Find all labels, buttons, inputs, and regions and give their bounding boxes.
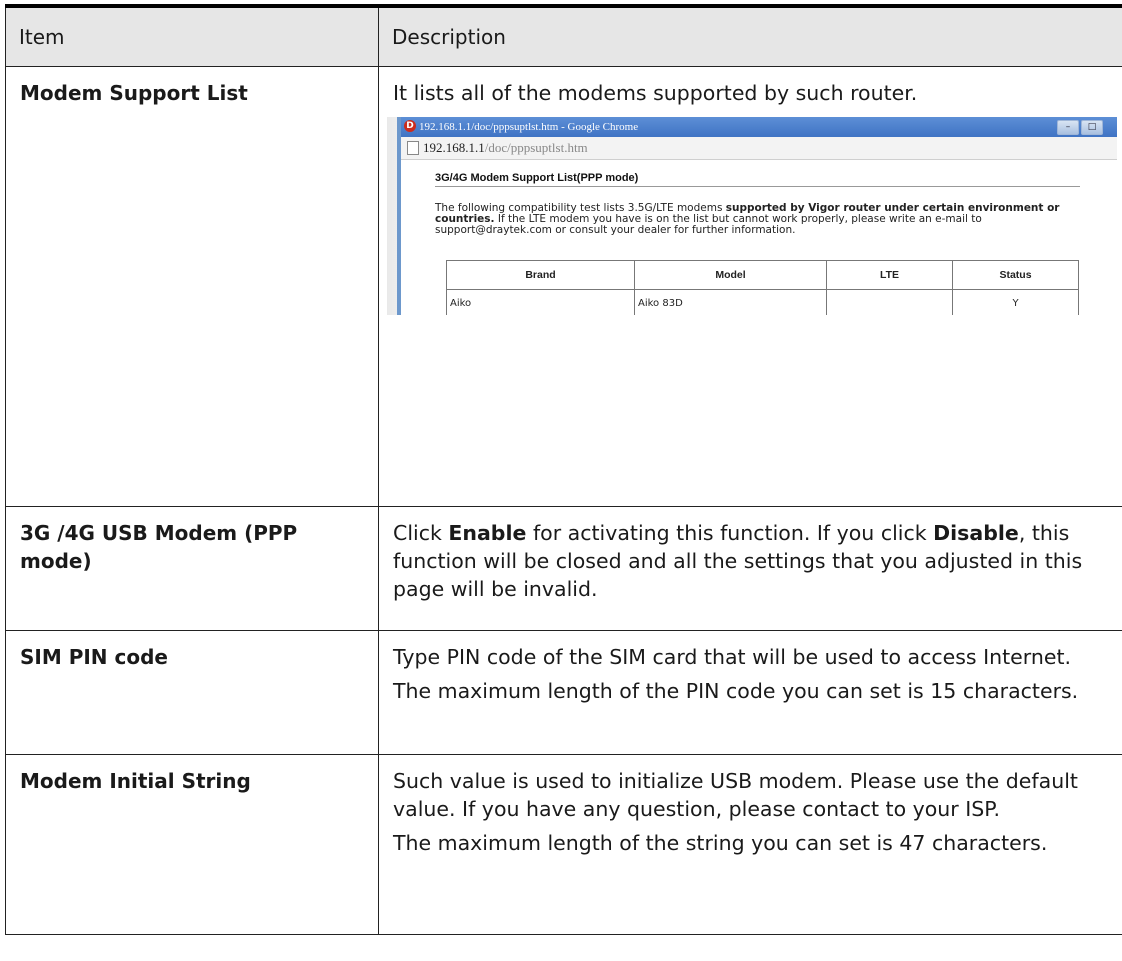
maximize-icon[interactable]: □ — [1081, 120, 1103, 135]
status-cell: Y — [952, 289, 1079, 315]
desc-text-1: Such value is used to initialize USB mod… — [393, 769, 1078, 821]
item-modem-support-list: Modem Support List — [5, 66, 379, 507]
header-description: Description — [378, 5, 1122, 67]
browser-window-title: 192.168.1.1/doc/pppsuptlst.htm - Google … — [419, 121, 639, 133]
url-path: /doc/pppsuptlst.htm — [484, 140, 588, 155]
column-status: Status — [952, 260, 1079, 290]
desc-text: It lists all of the modems supported by … — [393, 81, 918, 105]
browser-screenshot: D 192.168.1.1/doc/pppsuptlst.htm - Googl… — [387, 117, 1117, 315]
column-model: Model — [634, 260, 827, 290]
desc-text-2: The maximum length of the PIN code you c… — [393, 679, 1079, 703]
lte-cell — [826, 289, 953, 315]
item-usb-modem: 3G /4G USB Modem (PPP mode) — [5, 506, 379, 631]
row-sim-pin-code: SIM PIN code Type PIN code of the SIM ca… — [5, 630, 1122, 755]
row-modem-support-list: Modem Support List It lists all of the m… — [5, 66, 1122, 507]
model-cell: Aiko 83D — [634, 289, 827, 315]
header-row: Item Description — [5, 5, 1122, 67]
desc-modem-initial-string: Such value is used to initialize USB mod… — [378, 754, 1122, 935]
modem-table: Brand Model LTE Status AikoAiko 83DYAlca… — [446, 260, 1079, 315]
column-lte: LTE — [826, 260, 953, 290]
draytek-logo-icon: D — [404, 120, 416, 132]
modem-table-header: Brand Model LTE Status — [446, 260, 1079, 290]
page-content: 3G/4G Modem Support List(PPP mode) The f… — [401, 159, 1117, 315]
header-item: Item — [5, 5, 379, 67]
browser-titlebar: D 192.168.1.1/doc/pppsuptlst.htm - Googl… — [401, 117, 1117, 137]
desc-usb-modem: Click Enable for activating this functio… — [378, 506, 1122, 631]
modem-table-body: AikoAiko 83DYAlcatelAlcatel L100V✔YAlcat… — [446, 289, 1079, 315]
browser-window: D 192.168.1.1/doc/pppsuptlst.htm - Googl… — [397, 117, 1117, 315]
compatibility-note: The following compatibility test lists 3… — [435, 202, 1060, 236]
item-modem-initial-string: Modem Initial String — [5, 754, 379, 935]
row-usb-modem: 3G /4G USB Modem (PPP mode) Click Enable … — [5, 506, 1122, 631]
desc-text: Click Enable for activating this functio… — [393, 521, 1083, 601]
parameter-table: Item Description Modem Support List It l… — [5, 4, 1122, 935]
desc-text-1: Type PIN code of the SIM card that will … — [393, 645, 1072, 669]
desc-text-2: The maximum length of the string you can… — [393, 831, 1048, 855]
modem-row: Aiko Aiko 83D Y — [446, 289, 1079, 315]
address-url[interactable]: 192.168.1.1/doc/pppsuptlst.htm — [423, 140, 588, 155]
address-bar[interactable]: 192.168.1.1/doc/pppsuptlst.htm — [401, 137, 1117, 160]
minimize-icon[interactable]: – — [1057, 120, 1079, 135]
window-controls: – □ — [1057, 120, 1103, 135]
url-host: 192.168.1.1 — [423, 140, 485, 155]
item-sim-pin-code: SIM PIN code — [5, 630, 379, 755]
brand-cell: Aiko — [446, 289, 635, 315]
desc-sim-pin-code: Type PIN code of the SIM card that will … — [378, 630, 1122, 755]
row-modem-initial-string: Modem Initial String Such value is used … — [5, 754, 1122, 935]
page-icon — [407, 141, 419, 155]
heading-divider — [435, 186, 1080, 187]
column-brand: Brand — [446, 260, 635, 290]
desc-modem-support-list: It lists all of the modems supported by … — [378, 66, 1122, 507]
support-list-heading: 3G/4G Modem Support List(PPP mode) — [435, 172, 639, 184]
